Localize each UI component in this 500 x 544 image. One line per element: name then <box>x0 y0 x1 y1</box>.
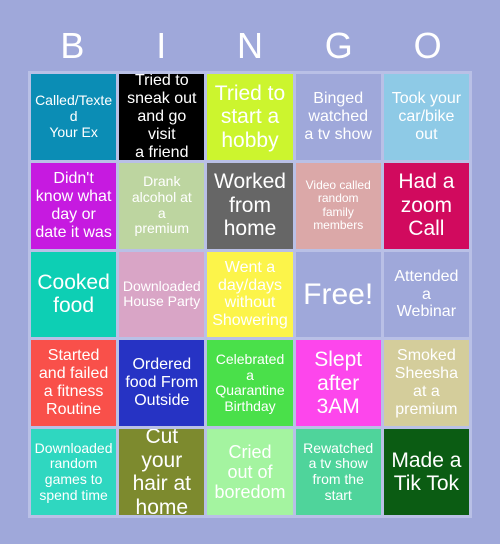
bingo-header-letter-n: N <box>236 25 263 66</box>
bingo-cell-label: Worked from home <box>214 170 286 241</box>
bingo-cell-r2c2[interactable]: Drank alcohol at a premium <box>119 162 205 249</box>
bingo-cell-label: Rewatched a tv show from the start <box>303 439 374 503</box>
bingo-cell-r1c5[interactable]: Took your car/bike out <box>383 74 469 160</box>
bingo-cell-r2c5[interactable]: Had a zoom Call <box>383 162 469 249</box>
bingo-header-letter-b: B <box>60 25 85 66</box>
bingo-cell-r3c1[interactable]: Cooked food <box>31 251 117 338</box>
bingo-cell-label: Free! <box>303 277 374 311</box>
bingo-cell-label: Cut your hair at home <box>132 429 191 515</box>
bingo-cell-r3c3[interactable]: Went a day/days without Showering <box>207 251 293 338</box>
bingo-header: B I N G O <box>28 24 472 68</box>
bingo-cell-r5c5[interactable]: Made a Tik Tok <box>383 429 469 515</box>
bingo-header-letter-g: G <box>324 25 353 66</box>
bingo-cell-label: Drank alcohol at a premium <box>131 173 192 237</box>
bingo-cell-r4c2[interactable]: Ordered food From Outside <box>119 340 205 427</box>
bingo-cell-r1c3[interactable]: Tried to start a hobby <box>207 74 293 160</box>
bingo-cell-r1c2[interactable]: Tried to sneak out and go visit a friend <box>119 74 205 160</box>
bingo-cell-label: Downloaded House Party <box>122 277 201 310</box>
bingo-cell-r2c1[interactable]: Didn't know what day or date it was <box>31 162 117 249</box>
bingo-cell-label: Attended a Webinar <box>394 267 459 321</box>
bingo-cell-label: Smoked Sheesha at a premium <box>394 347 458 419</box>
bingo-cell-label: Downloaded random games to spend time <box>34 439 113 503</box>
bingo-cell-label: Had a zoom Call <box>398 170 455 241</box>
bingo-cell-label: Tried to start a hobby <box>214 81 286 152</box>
bingo-cell-label: Made a Tik Tok <box>391 448 462 496</box>
bingo-cell-label: Called/Texted Your Ex <box>35 92 113 140</box>
bingo-cell-r5c4[interactable]: Rewatched a tv show from the start <box>295 429 381 515</box>
bingo-cell-r4c3[interactable]: Celebrated a Quarantine Birthday <box>207 340 293 427</box>
bingo-cell-label: Ordered food From Outside <box>125 356 199 410</box>
bingo-cell-label: Celebrated a Quarantine Birthday <box>215 350 285 414</box>
bingo-cell-r4c4[interactable]: Slept after 3AM <box>295 340 381 427</box>
bingo-cell-label: Tried to sneak out and go visit a friend <box>127 74 197 160</box>
bingo-cell-r4c1[interactable]: Started and failed a fitness Routine <box>31 340 117 427</box>
bingo-cell-r4c5[interactable]: Smoked Sheesha at a premium <box>383 340 469 427</box>
bingo-header-letter-o: O <box>413 25 442 66</box>
bingo-cell-label: Slept after 3AM <box>314 348 363 419</box>
bingo-cell-label: Started and failed a fitness Routine <box>38 347 109 419</box>
bingo-cell-label: Binged watched a tv show <box>304 90 372 143</box>
bingo-cell-label: Took your car/bike out <box>391 90 462 143</box>
bingo-cell-r2c4[interactable]: Video called random family members <box>295 162 381 249</box>
bingo-cell-r1c1[interactable]: Called/Texted Your Ex <box>31 74 117 160</box>
bingo-cell-r5c1[interactable]: Downloaded random games to spend time <box>31 429 117 515</box>
bingo-cell-label: Cried out of boredom <box>214 441 286 503</box>
bingo-card-page: B I N G O Called/Texted Your Ex Tried to … <box>0 0 500 544</box>
bingo-cell-free[interactable]: Free! <box>295 251 381 338</box>
bingo-cell-r2c3[interactable]: Worked from home <box>207 162 293 249</box>
bingo-cell-r3c2[interactable]: Downloaded House Party <box>119 251 205 338</box>
bingo-cell-label: Went a day/days without Showering <box>212 258 288 330</box>
bingo-cell-r3c5[interactable]: Attended a Webinar <box>383 251 469 338</box>
bingo-grid: Called/Texted Your Ex Tried to sneak out … <box>28 71 472 518</box>
bingo-header-letter-i: I <box>156 25 167 66</box>
bingo-cell-label: Didn't know what day or date it was <box>35 169 112 241</box>
bingo-cell-r5c2[interactable]: Cut your hair at home <box>119 429 205 515</box>
bingo-cell-r1c4[interactable]: Binged watched a tv show <box>295 74 381 160</box>
bingo-cell-r5c3[interactable]: Cried out of boredom <box>207 429 293 515</box>
bingo-cell-label: Cooked food <box>37 270 110 318</box>
bingo-cell-label: Video called random family members <box>305 177 371 233</box>
